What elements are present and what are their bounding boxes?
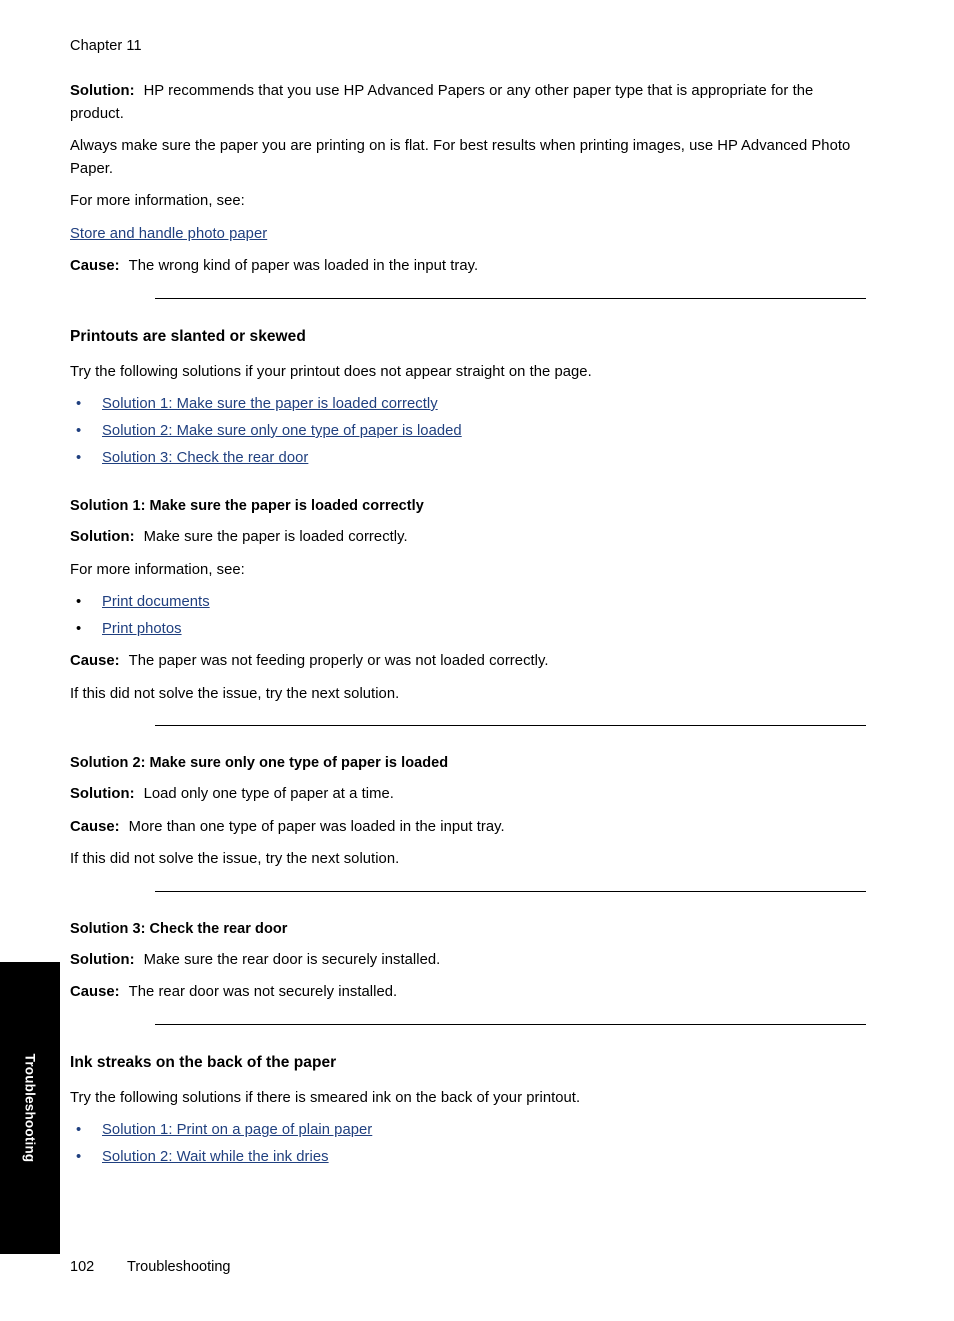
link-store-and-handle-photo-paper[interactable]: Store and handle photo paper [70, 226, 267, 242]
section-thumb-tab: Troubleshooting [0, 962, 60, 1254]
solution-label: Solution: [70, 951, 135, 968]
bullet-icon: • [76, 423, 82, 439]
document-page: Chapter 11 Solution: HP recommends that y… [0, 0, 954, 1321]
solution-3-cause-text: The rear door was not securely installed… [128, 984, 398, 1000]
footer-section-title: Troubleshooting [127, 1259, 231, 1275]
skewed-solution-link-list: • Solution 1: Make sure the paper is loa… [70, 393, 870, 469]
link-print-documents[interactable]: Print documents [102, 594, 210, 610]
intro-solution-paragraph: Solution: HP recommends that you use HP A… [70, 80, 870, 125]
solution-label: Solution: [70, 83, 135, 99]
solution-3-solution-text: Make sure the rear door is securely inst… [143, 951, 441, 968]
solution-1-solution-text: Make sure the paper is loaded correctly. [143, 529, 408, 545]
solution-1-see-also-lead: For more information, see: [70, 561, 245, 578]
heading-solution-2: Solution 2: Make sure only one type of p… [70, 755, 449, 771]
solution-2-cause-text: More than one type of paper was loaded i… [128, 818, 505, 835]
link-ink-streaks-solution-2[interactable]: Solution 2: Wait while the ink dries [102, 1149, 329, 1165]
cause-label: Cause: [70, 984, 120, 1000]
intro-solution-text: HP recommends that you use HP Advanced P… [70, 83, 814, 122]
bullet-icon: • [76, 1149, 82, 1165]
intro-cause-paragraph: Cause: The wrong kind of paper was loaded… [70, 255, 870, 278]
skewed-intro-text: Try the following solutions if your prin… [70, 363, 592, 380]
intro-solution-block: Solution: HP recommends that you use HP A… [70, 80, 870, 278]
list-item: • Print documents [70, 591, 870, 613]
link-ink-streaks-solution-1[interactable]: Solution 1: Print on a page of plain pap… [102, 1122, 372, 1138]
heading-printouts-slanted-or-skewed: Printouts are slanted or skewed [70, 327, 306, 345]
list-item: • Solution 1: Make sure the paper is loa… [70, 393, 870, 415]
intro-cause-text: The wrong kind of paper was loaded in th… [128, 258, 479, 274]
list-item: • Solution 2: Wait while the ink dries [70, 1146, 870, 1168]
page-footer: 102 Troubleshooting [70, 1258, 230, 1277]
solution-2-solution-text: Load only one type of paper at a time. [143, 786, 394, 802]
solution-2-next-solution-text: If this did not solve the issue, try the… [70, 851, 400, 867]
link-skewed-solution-3[interactable]: Solution 3: Check the rear door [102, 450, 308, 466]
solution-1-next-solution-text: If this did not solve the issue, try the… [70, 685, 400, 702]
intro-see-also-lead: For more information, see: [70, 193, 245, 209]
solution-2-block: Solution 2: Make sure only one type of p… [70, 754, 870, 871]
list-item: • Solution 2: Make sure only one type of… [70, 420, 870, 442]
solution-1-cause-paragraph: Cause: The paper was not feeding properly… [70, 650, 870, 673]
ink-streaks-intro-text: Try the following solutions if there is … [70, 1089, 581, 1106]
intro-paragraph-2: Always make sure the paper you are print… [70, 138, 851, 177]
bullet-icon: • [76, 594, 82, 610]
cause-label: Cause: [70, 258, 120, 274]
solution-1-solution-paragraph: Solution: Make sure the paper is loaded c… [70, 526, 870, 549]
cause-label: Cause: [70, 818, 120, 835]
list-item: • Print photos [70, 618, 870, 640]
ink-streaks-solution-link-list: • Solution 1: Print on a page of plain p… [70, 1119, 870, 1168]
footer-page-number: 102 [70, 1259, 95, 1275]
solution-1-block: Solution 1: Make sure the paper is loade… [70, 497, 870, 705]
heading-solution-1: Solution 1: Make sure the paper is loade… [70, 498, 424, 514]
thumb-tab-label: Troubleshooting [22, 1053, 38, 1163]
bullet-icon: • [76, 396, 82, 412]
page-content: Solution: HP recommends that you use HP A… [70, 80, 870, 1168]
bullet-icon: • [76, 621, 82, 637]
list-item: • Solution 1: Print on a page of plain p… [70, 1119, 870, 1141]
link-skewed-solution-1[interactable]: Solution 1: Make sure the paper is loade… [102, 396, 438, 412]
solution-3-cause-paragraph: Cause: The rear door was not securely ins… [70, 981, 870, 1004]
solution-2-solution-paragraph: Solution: Load only one type of paper at … [70, 783, 870, 806]
heading-solution-3: Solution 3: Check the rear door [70, 920, 288, 937]
heading-ink-streaks-on-back-of-paper: Ink streaks on the back of the paper [70, 1053, 337, 1071]
list-item: • Solution 3: Check the rear door [70, 447, 870, 469]
solution-1-cause-text: The paper was not feeding properly or wa… [128, 653, 549, 669]
chapter-running-head: Chapter 11 [70, 38, 142, 54]
link-print-photos[interactable]: Print photos [102, 621, 182, 637]
bullet-icon: • [76, 450, 82, 466]
intro-link-line: Store and handle photo paper [70, 223, 870, 246]
solution-label: Solution: [70, 786, 135, 802]
solution-3-solution-paragraph: Solution: Make sure the rear door is secu… [70, 949, 870, 972]
bullet-icon: • [76, 1122, 82, 1138]
solution-1-link-list: • Print documents • Print photos [70, 591, 870, 640]
cause-label: Cause: [70, 653, 120, 669]
solution-2-cause-paragraph: Cause: More than one type of paper was lo… [70, 816, 870, 839]
link-skewed-solution-2[interactable]: Solution 2: Make sure only one type of p… [102, 423, 462, 439]
solution-3-block: Solution 3: Check the rear door Solution… [70, 920, 870, 1004]
solution-label: Solution: [70, 529, 135, 545]
